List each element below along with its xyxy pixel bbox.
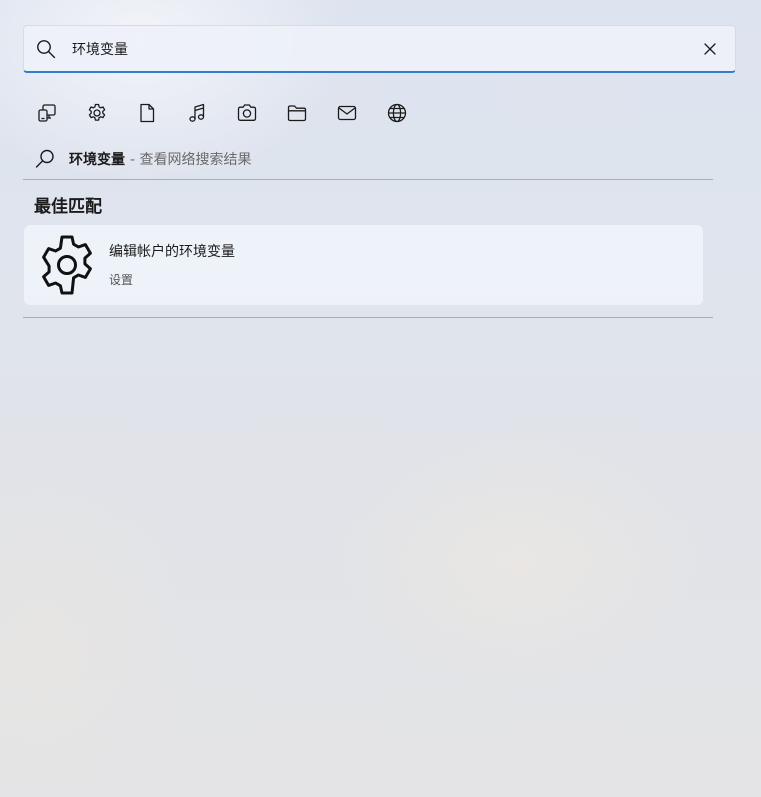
best-match-title: 编辑帐户的环境变量 (109, 244, 235, 260)
filter-web-button[interactable] (372, 96, 422, 130)
search-box[interactable] (23, 25, 736, 73)
filter-photos-button[interactable] (222, 96, 272, 130)
best-match-subtitle: 设置 (109, 273, 134, 287)
gear-icon (42, 235, 92, 295)
search-icon (35, 149, 54, 168)
search-filter-bar (22, 96, 422, 130)
filter-settings-button[interactable] (72, 96, 122, 130)
divider (23, 179, 713, 180)
music-icon (189, 103, 205, 122)
filter-folders-button[interactable] (272, 96, 322, 130)
gear-icon (88, 103, 106, 121)
search-icon (37, 40, 56, 59)
filter-documents-button[interactable] (122, 96, 172, 130)
clear-search-button[interactable] (701, 40, 719, 58)
apps-icon (38, 104, 56, 122)
camera-icon (237, 104, 257, 121)
search-input[interactable] (72, 36, 672, 62)
filter-email-button[interactable] (322, 96, 372, 130)
divider (23, 317, 713, 318)
folder-icon (287, 105, 307, 122)
best-match-result[interactable]: 编辑帐户的环境变量 设置 (24, 225, 703, 305)
filter-apps-button[interactable] (22, 96, 72, 130)
filter-music-button[interactable] (172, 96, 222, 130)
document-icon (140, 103, 155, 123)
best-match-heading: 最佳匹配 (34, 197, 102, 217)
web-search-suffix: - 查看网络搜索结果 (130, 152, 252, 168)
mail-icon (337, 105, 357, 121)
globe-icon (387, 103, 407, 123)
web-search-query: 环境变量 (69, 152, 125, 168)
web-search-suggestion[interactable]: 环境变量 - 查看网络搜索结果 (34, 147, 252, 171)
